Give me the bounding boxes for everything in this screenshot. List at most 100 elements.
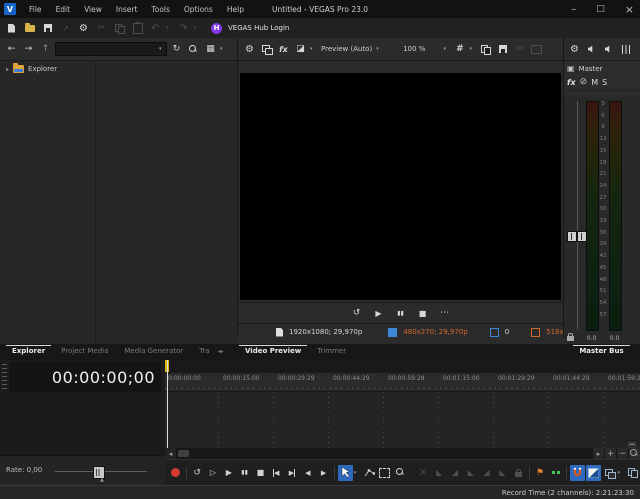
save-project-button[interactable] xyxy=(40,21,55,36)
zoom-tool-button[interactable] xyxy=(393,465,408,481)
insert-marker-button[interactable] xyxy=(533,465,548,481)
tool-dropdown[interactable] xyxy=(354,470,361,476)
preview-quality-dropdown[interactable]: Preview (Auto) xyxy=(319,45,374,53)
scroll-right-button[interactable] xyxy=(593,448,604,459)
zoom-in-button[interactable] xyxy=(605,448,616,459)
copy-button[interactable] xyxy=(112,21,127,36)
back-button[interactable] xyxy=(4,42,19,57)
menu-file[interactable]: File xyxy=(22,5,49,14)
loop-playback-button[interactable] xyxy=(349,306,364,321)
go-to-end-button[interactable] xyxy=(285,465,300,481)
ripple-mode-dropdown[interactable] xyxy=(617,470,624,476)
tab-explorer[interactable]: Explorer xyxy=(4,344,53,355)
project-properties-button[interactable] xyxy=(76,21,91,36)
scroll-left-button[interactable] xyxy=(165,448,176,459)
copy-snapshot-button[interactable] xyxy=(478,42,493,57)
snap-button[interactable] xyxy=(570,465,585,481)
trim-tool-button-2[interactable] xyxy=(448,465,463,481)
close-button[interactable] xyxy=(625,3,634,16)
undo-dropdown[interactable] xyxy=(166,25,173,31)
timecode-display[interactable]: 00:00:00;00 xyxy=(9,362,161,392)
next-frame-button[interactable] xyxy=(316,465,331,481)
address-dropdown[interactable] xyxy=(55,42,167,56)
marker-bar[interactable] xyxy=(165,360,640,374)
drag-grip-icon[interactable] xyxy=(2,364,7,392)
views-dropdown[interactable] xyxy=(220,46,227,52)
external-monitor-button[interactable] xyxy=(259,42,274,57)
undo-button[interactable] xyxy=(148,21,163,36)
track-area[interactable] xyxy=(165,392,640,448)
stop-button[interactable] xyxy=(253,465,268,481)
automation-button[interactable] xyxy=(580,77,588,87)
explorer-splitter[interactable] xyxy=(95,61,96,345)
playhead-line[interactable] xyxy=(167,360,168,448)
maximize-button[interactable] xyxy=(596,4,605,14)
insert-region-button[interactable] xyxy=(548,465,563,481)
refresh-button[interactable] xyxy=(169,42,184,57)
save-snapshot-button[interactable] xyxy=(495,42,510,57)
disabled-tool-button-1[interactable] xyxy=(512,42,527,57)
menu-insert[interactable]: Insert xyxy=(109,5,145,14)
split-screen-dropdown[interactable] xyxy=(310,46,317,52)
video-output-fx-button[interactable] xyxy=(276,42,291,57)
expand-arrow-icon[interactable] xyxy=(6,66,9,73)
pause-button[interactable] xyxy=(237,465,252,481)
mute-button[interactable]: M xyxy=(591,78,598,87)
tab-tra[interactable]: Tra xyxy=(191,344,217,355)
envelope-tool-button[interactable] xyxy=(362,465,377,481)
tab-video-preview[interactable]: Video Preview xyxy=(237,344,309,355)
play-from-start-button[interactable] xyxy=(206,465,221,481)
grid-dropdown[interactable] xyxy=(469,46,476,52)
loop-playback-button[interactable] xyxy=(190,465,205,481)
redo-button[interactable] xyxy=(176,21,191,36)
preview-pause-button[interactable] xyxy=(393,306,408,321)
selection-tool-button[interactable] xyxy=(377,465,392,481)
auto-ripple-button[interactable] xyxy=(586,465,601,481)
publish-button[interactable] xyxy=(58,21,73,36)
preview-properties-button[interactable] xyxy=(242,42,257,57)
views-button[interactable] xyxy=(203,42,218,57)
open-project-button[interactable] xyxy=(22,21,37,36)
menu-tools[interactable]: Tools xyxy=(144,5,176,14)
zoom-out-button[interactable] xyxy=(617,448,628,459)
mixer-button[interactable] xyxy=(618,42,633,57)
menu-edit[interactable]: Edit xyxy=(49,5,78,14)
paste-button[interactable] xyxy=(130,21,145,36)
zoom-tool-small-button[interactable] xyxy=(629,448,640,459)
solo-button[interactable]: S xyxy=(602,78,607,87)
video-preview-screen[interactable] xyxy=(240,73,561,300)
menu-help[interactable]: Help xyxy=(220,5,251,14)
preview-zoom-dropdown[interactable]: 100 % xyxy=(403,45,425,53)
hub-login-button[interactable]: VEGAS Hub Login xyxy=(225,24,289,32)
forward-button[interactable] xyxy=(21,42,36,57)
preview-stop-button[interactable] xyxy=(415,306,430,321)
volume-fader-left-handle[interactable] xyxy=(567,231,577,242)
go-to-start-button[interactable] xyxy=(269,465,284,481)
preview-play-button[interactable] xyxy=(371,306,386,321)
time-ruler[interactable]: 0:00:00:0000:00:15:0000:00:29:2900:00:44… xyxy=(165,373,640,392)
explorer-tree-item[interactable]: Explorer xyxy=(6,65,57,73)
master-properties-button[interactable] xyxy=(567,42,582,57)
edit-tool-button[interactable] xyxy=(338,465,353,481)
event-grouping-button[interactable] xyxy=(625,465,640,481)
disabled-tool-button-2[interactable] xyxy=(529,42,544,57)
tab-master-bus[interactable]: Master Bus xyxy=(571,344,631,355)
redo-dropdown[interactable] xyxy=(194,25,201,31)
dim-output-button[interactable] xyxy=(601,42,616,57)
preview-more-button[interactable] xyxy=(437,306,452,321)
delete-button[interactable] xyxy=(416,465,431,481)
minimize-button[interactable] xyxy=(571,4,576,15)
downmix-button[interactable] xyxy=(584,42,599,57)
tab-media-generator[interactable]: Media Generator xyxy=(116,344,191,355)
menu-options[interactable]: Options xyxy=(177,5,220,14)
tab-project-media[interactable]: Project Media xyxy=(53,344,116,355)
menu-view[interactable]: View xyxy=(77,5,109,14)
search-button[interactable] xyxy=(186,42,201,57)
lock-button[interactable] xyxy=(511,465,526,481)
new-project-button[interactable] xyxy=(4,21,19,36)
tab-trimmer[interactable]: Trimmer xyxy=(309,344,354,355)
cut-button[interactable] xyxy=(94,21,109,36)
grid-overlay-button[interactable] xyxy=(452,42,467,57)
ripple-mode-button[interactable] xyxy=(602,465,617,481)
tab-scroll-right-icon[interactable]: ▸ xyxy=(221,344,224,355)
